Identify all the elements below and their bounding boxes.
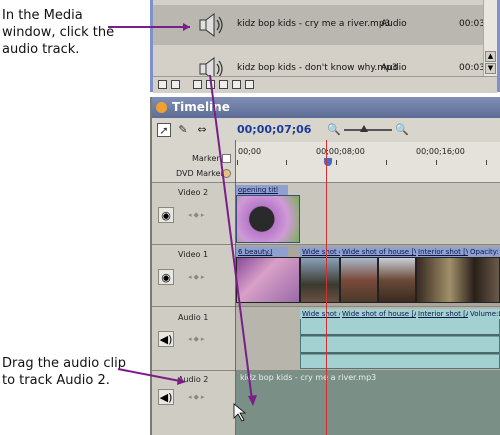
dvd-marker-icon[interactable] — [222, 169, 231, 178]
media-scrollbar[interactable]: ▲ ▼ — [483, 0, 497, 76]
track-name: Audio 2 — [178, 375, 209, 384]
snap-line — [235, 140, 236, 435]
ruler-tick — [286, 160, 287, 165]
clip-thumbnail[interactable] — [236, 257, 300, 303]
track-header-audio2: Audio 2 ◀) ◂◆▸ — [152, 371, 236, 435]
drag-instruction-callout: Drag the audio clip to track Audio 2. — [2, 355, 126, 389]
clip-label[interactable]: Wide shot o — [300, 309, 340, 319]
clip-thumbnail[interactable] — [300, 257, 340, 303]
ruler-tick — [486, 160, 487, 165]
list-view-icon[interactable] — [158, 80, 167, 89]
new-item-icon[interactable] — [232, 80, 241, 89]
waveform — [301, 336, 499, 337]
timeline-toolbar: ➚ ✎ ⇔ 00;00;07;06 🔍 🔍 — [152, 118, 500, 142]
trash-icon[interactable] — [245, 80, 254, 89]
track-header-video1: Video 1 ◉ ◂◆▸ — [152, 245, 236, 307]
clip-thumbnail[interactable] — [378, 257, 416, 303]
razor-tool-icon[interactable]: ✎ — [176, 123, 190, 137]
callout-line: Drag the audio clip — [2, 356, 126, 371]
clip-label[interactable]: Interior shot [V] — [416, 247, 468, 257]
scroll-up-icon[interactable]: ▲ — [485, 51, 496, 62]
ruler-tick — [386, 160, 387, 165]
clip-opening-title-label[interactable]: opening titl — [236, 185, 288, 195]
new-bin-icon[interactable] — [219, 80, 228, 89]
media-file-name: kidz bop kids - cry me a river.mp3 — [237, 19, 391, 29]
timecode-display[interactable]: 00;00;07;06 — [237, 123, 311, 136]
ruler-tick — [336, 160, 337, 165]
ripple-tool-icon[interactable]: ⇔ — [195, 123, 209, 137]
selection-tool-icon[interactable]: ➚ — [157, 123, 171, 137]
callout-line: audio track. — [2, 42, 80, 57]
keyframe-nav[interactable]: ◂◆▸ — [188, 211, 222, 219]
media-row-cry-me-a-river[interactable]: kidz bop kids - cry me a river.mp3 Audio… — [153, 5, 494, 45]
media-instruction-callout: In the Media window, click the audio tra… — [2, 7, 114, 58]
speaker-icon — [199, 13, 223, 37]
volume-label: Volume:L — [468, 309, 500, 319]
marker-label: Marker — [192, 154, 220, 163]
clip-label[interactable]: Wide shot of house [A] — [340, 309, 416, 319]
marker-icon[interactable] — [222, 154, 231, 163]
media-window: kidz bop kids - cry me a river.mp3 Audio… — [150, 0, 500, 93]
timeline-title-bar: Timeline — [152, 97, 500, 118]
time-ruler[interactable]: 00;00 00;00;08;00 00;00;16;00 — [236, 142, 500, 182]
keyframe-nav[interactable]: ◂◆▸ — [188, 335, 222, 343]
ruler-tick-label: 00;00 — [238, 147, 262, 156]
clip-label[interactable]: Wide shot o — [300, 247, 340, 257]
ruler-tick-label: 00;00;16;00 — [416, 147, 465, 156]
ruler-tick — [436, 160, 437, 165]
track-lane-audio1: Wide shot o Wide shot of house [A] Inter… — [236, 307, 500, 371]
track-header-audio1: Audio 1 ◀) ◂◆▸ — [152, 307, 236, 371]
track-name: Video 2 — [178, 188, 209, 197]
film-icon[interactable]: ◉ — [158, 207, 174, 223]
automate-icon[interactable] — [193, 80, 202, 89]
callout-line: In the Media — [2, 8, 83, 23]
dragged-clip-label: kidz bop kids - cry me a river.mp3 — [240, 373, 377, 382]
media-file-name: kidz bop kids - don't know why.mp3 — [237, 63, 398, 73]
find-icon[interactable] — [206, 80, 215, 89]
scroll-down-icon[interactable]: ▼ — [485, 63, 496, 74]
track-name: Video 1 — [178, 250, 209, 259]
playhead-line — [326, 140, 327, 435]
ruler-tick — [237, 160, 238, 165]
callout-line: window, click the — [2, 25, 115, 40]
media-toolbar — [153, 76, 497, 93]
callout-line: to track Audio 2. — [2, 373, 110, 388]
ruler-tick-label: 00;00;08;00 — [316, 147, 365, 156]
film-icon[interactable]: ◉ — [158, 269, 174, 285]
timeline-window: Timeline ➚ ✎ ⇔ 00;00;07;06 🔍 🔍 Marker DV… — [150, 97, 500, 435]
dvd-marker-label: DVD Marker — [176, 169, 224, 178]
clip-opening-title[interactable] — [236, 195, 300, 243]
clip-label[interactable]: Interior shot [A] — [416, 309, 468, 319]
clip-thumbnail[interactable] — [416, 257, 500, 303]
speaker-icon[interactable]: ◀) — [158, 389, 174, 405]
timeline-icon — [156, 102, 167, 113]
clip-label[interactable]: 6 beauty.J — [236, 247, 288, 257]
media-file-type: Audio — [381, 19, 407, 29]
zoom-slider[interactable] — [344, 129, 392, 131]
keyframe-nav[interactable]: ◂◆▸ — [188, 273, 222, 281]
keyframe-nav[interactable]: ◂◆▸ — [188, 393, 222, 401]
timeline-title: Timeline — [172, 100, 230, 114]
speaker-icon[interactable]: ◀) — [158, 331, 174, 347]
dragged-audio-clip[interactable]: kidz bop kids - cry me a river.mp3 — [236, 371, 500, 435]
track-lane-video1: 6 beauty.J Wide shot o Wide shot of hous… — [236, 245, 500, 307]
track-header-video2: Video 2 ◉ ◂◆▸ — [152, 183, 236, 245]
track-name: Audio 1 — [178, 313, 209, 322]
waveform — [301, 354, 499, 355]
media-file-type: Audio — [381, 63, 407, 73]
zoom-out-icon[interactable]: 🔍 — [327, 123, 341, 137]
track-lane-video2: opening titl — [236, 183, 500, 245]
clip-thumbnail[interactable] — [340, 257, 378, 303]
icon-view-icon[interactable] — [171, 80, 180, 89]
opacity-label: Opacity: — [468, 247, 500, 257]
zoom-slider-handle[interactable] — [360, 125, 368, 132]
zoom-in-icon[interactable]: 🔍 — [395, 123, 409, 137]
clip-label[interactable]: Wide shot of house [V] — [340, 247, 416, 257]
